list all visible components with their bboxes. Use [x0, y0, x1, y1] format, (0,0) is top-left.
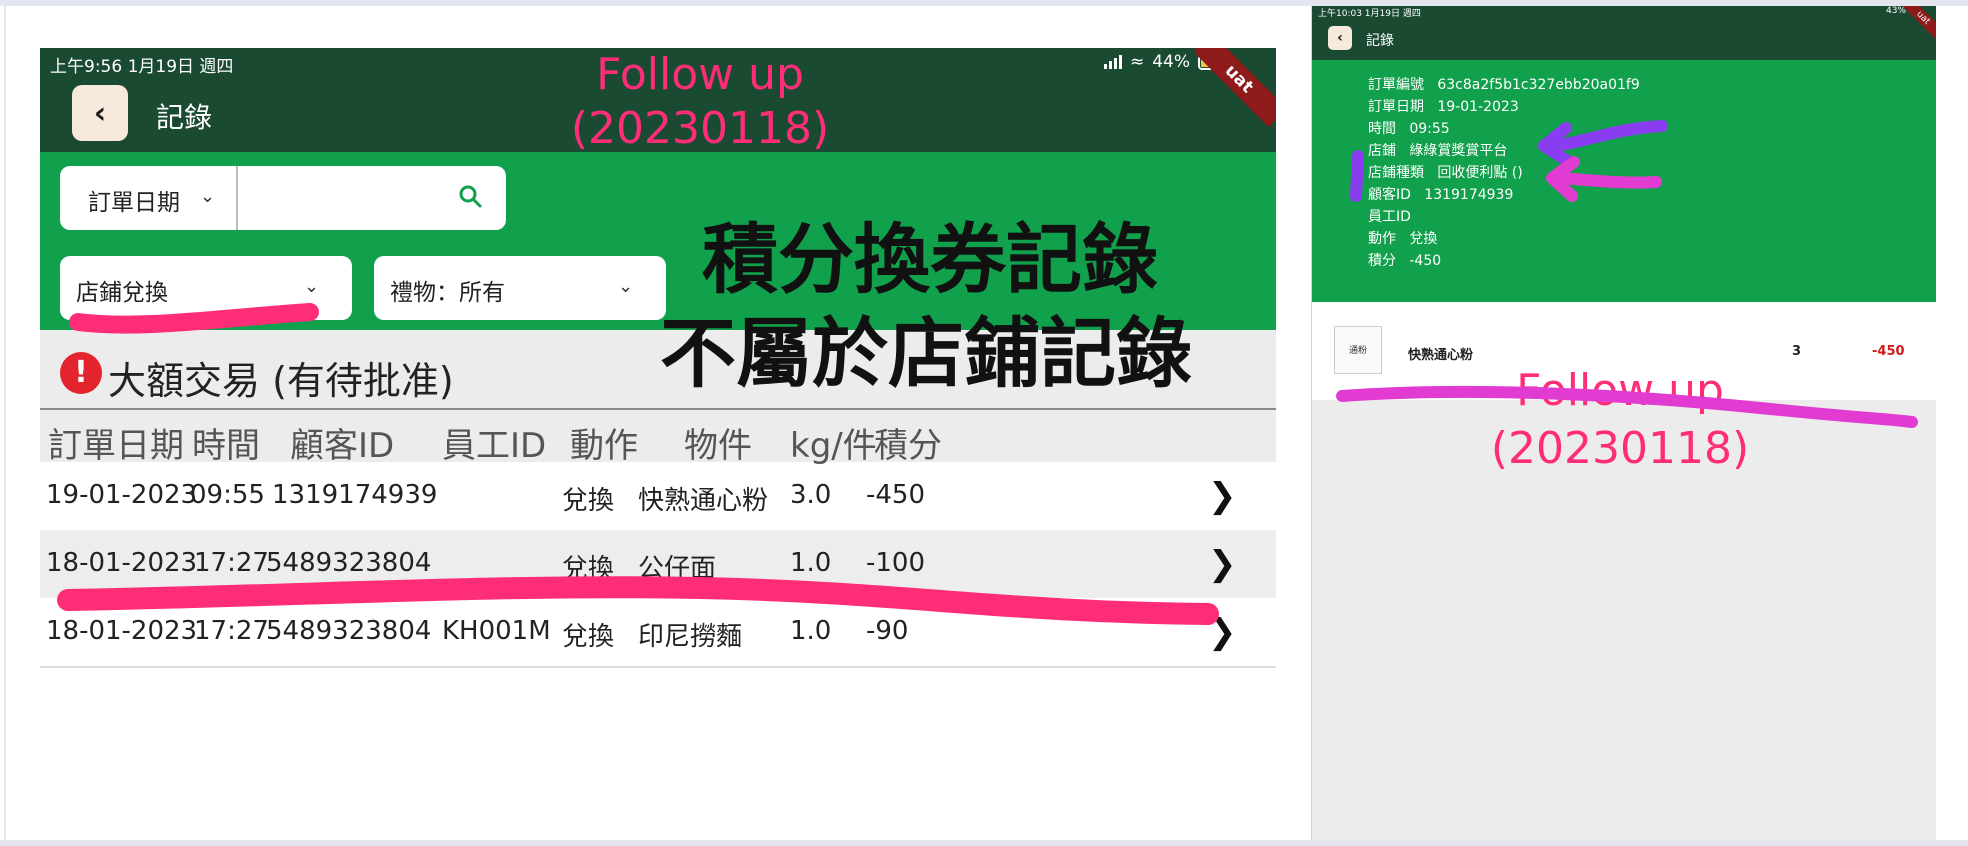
status-time-date: 上午10:03 1月19日 週四: [1318, 9, 1421, 19]
cell-kg: 1.0: [790, 616, 832, 646]
follow-up-annotation-left: Follow up (20230118): [540, 48, 860, 156]
cell-item: 印尼撈麵: [638, 622, 743, 652]
detail-action: 動作 兌換: [1368, 231, 1438, 247]
cell-staff-id: KH001M: [442, 616, 551, 646]
header-item: 物件: [684, 426, 752, 466]
detail-header: 上午10:03 1月19日 週四 43% ‹ 記錄 uat: [1312, 6, 1936, 60]
cell-time: 09:55: [190, 480, 265, 510]
table-header: 訂單日期 時間 顧客ID 員工ID 動作 物件 kg/件 積分: [40, 408, 1276, 466]
cell-points: -450: [866, 480, 926, 510]
search-field-label: 訂單日期: [88, 190, 180, 216]
cell-action: 兌換: [562, 622, 615, 652]
header-action: 動作: [570, 426, 638, 466]
chevron-right-icon[interactable]: ❯: [1208, 476, 1237, 516]
header-kg-per-item: kg/件: [790, 426, 877, 466]
uat-ribbon: uat: [1196, 48, 1276, 128]
item-quantity: 3: [1792, 344, 1802, 359]
detail-points: 積分 -450: [1368, 253, 1442, 269]
cell-item: 公仔面: [638, 554, 717, 584]
status-time-date: 上午9:56 1月19日 週四: [50, 57, 234, 77]
large-transactions-label: 大額交易 (有待批准): [108, 359, 454, 403]
cell-action: 兌換: [562, 554, 615, 584]
header-order-date: 訂單日期: [48, 426, 184, 466]
gift-dropdown[interactable]: 禮物：所有 ⌄: [374, 256, 666, 320]
gift-value: 禮物：所有: [390, 280, 505, 306]
header-customer-id: 顧客ID: [290, 426, 395, 466]
chevron-down-icon: ⌄: [200, 186, 216, 207]
chevron-down-icon: ⌄: [618, 276, 634, 297]
cell-kg: 3.0: [790, 480, 832, 510]
detail-customer-id: 顧客ID 1319174939: [1368, 187, 1514, 203]
page-title: 記錄: [1366, 33, 1394, 49]
uat-ribbon: uat: [1902, 6, 1936, 40]
follow-up-date: (20230118): [1490, 423, 1750, 474]
cell-order-date: 18-01-2023: [46, 548, 198, 578]
cell-time: 17:27: [194, 548, 269, 578]
window-left-border: [4, 6, 6, 846]
signal-icon: [1103, 55, 1122, 69]
header-staff-id: 員工ID: [442, 426, 547, 466]
cell-points: -90: [866, 616, 909, 646]
note-line-2: 不屬於店鋪記錄: [660, 309, 1192, 398]
cell-action: 兌換: [562, 486, 615, 516]
detail-store: 店鋪 綠綠賞獎賞平台: [1368, 143, 1508, 159]
search-input[interactable]: [242, 176, 442, 220]
follow-up-annotation-right: Follow up (20230118): [1420, 362, 1820, 478]
wifi-icon: ≈: [1129, 52, 1145, 72]
follow-up-text: Follow up: [1516, 365, 1724, 416]
cell-item: 快熟通心粉: [638, 486, 769, 516]
store-type-value: 店鋪兌換: [76, 280, 168, 306]
detail-store-type: 店鋪種類 回收便利點 (): [1368, 165, 1523, 181]
order-details: 訂單編號 63c8a2f5b1c327ebb20a01f9 訂單日期 19-01…: [1312, 60, 1936, 302]
detail-staff-id: 員工ID: [1368, 209, 1411, 225]
search-field-select[interactable]: 訂單日期 ⌄: [60, 166, 238, 230]
cell-order-date: 19-01-2023: [46, 480, 198, 510]
item-name: 快熟通心粉: [1408, 348, 1474, 363]
cell-customer-id: 5489323804: [266, 548, 432, 578]
store-type-dropdown[interactable]: 店鋪兌換 ⌄: [60, 256, 352, 320]
table-row[interactable]: 18-01-2023 17:27 5489323804 KH001M 兌換 印尼…: [40, 598, 1276, 666]
table-row[interactable]: 18-01-2023 17:27 5489323804 兌換 公仔面 1.0 -…: [40, 530, 1276, 598]
search-icon[interactable]: [456, 182, 486, 212]
cell-customer-id: 5489323804: [266, 616, 432, 646]
cell-time: 17:27: [194, 616, 269, 646]
chevron-left-icon: ‹: [93, 95, 107, 131]
cell-order-date: 18-01-2023: [46, 616, 198, 646]
header-points: 積分: [874, 426, 942, 466]
header-time: 時間: [192, 426, 260, 466]
detail-time: 時間 09:55: [1368, 121, 1450, 137]
detail-order-number: 訂單編號 63c8a2f5b1c327ebb20a01f9: [1368, 77, 1640, 93]
table-bottom-divider: [40, 666, 1276, 668]
cell-customer-id: 1319174939: [272, 480, 438, 510]
page-title: 記錄: [156, 101, 213, 134]
chevron-right-icon[interactable]: ❯: [1208, 612, 1237, 652]
cell-points: -100: [866, 548, 926, 578]
alert-icon: !: [60, 352, 102, 394]
back-button[interactable]: ‹: [72, 85, 128, 141]
records-list-screen: 上午9:56 1月19日 週四 ≈ 44% ‹ 記錄 uat 訂單日期 ⌄ 店鋪…: [40, 48, 1276, 668]
chevron-right-icon[interactable]: ❯: [1208, 544, 1237, 584]
follow-up-date: (20230118): [570, 103, 830, 154]
table-row[interactable]: 19-01-2023 09:55 1319174939 兌換 快熟通心粉 3.0…: [40, 462, 1276, 530]
cell-kg: 1.0: [790, 548, 832, 578]
chevron-left-icon: ‹: [1337, 30, 1343, 46]
back-button[interactable]: ‹: [1328, 26, 1352, 50]
detail-order-date: 訂單日期 19-01-2023: [1368, 99, 1519, 115]
search-box: 訂單日期 ⌄: [60, 166, 506, 230]
battery-percent: 44%: [1152, 52, 1190, 72]
chevron-down-icon: ⌄: [304, 276, 320, 297]
follow-up-text: Follow up: [596, 49, 804, 100]
item-points: -450: [1872, 344, 1905, 359]
product-thumbnail: 通粉: [1334, 326, 1382, 374]
window-bottom-strip: [0, 840, 1968, 846]
